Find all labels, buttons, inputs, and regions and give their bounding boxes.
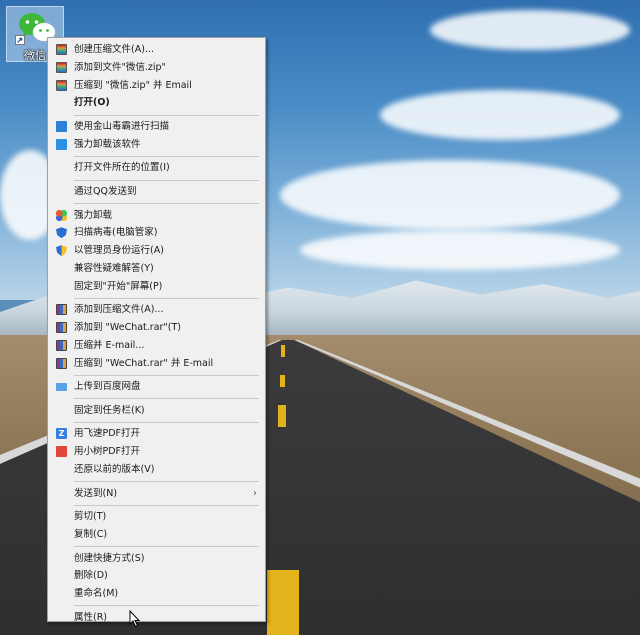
menu-item-label: 固定到"开始"屏幕(P) <box>74 280 163 292</box>
menu-item-label: 压缩到 "WeChat.rar" 并 E-mail <box>74 357 214 369</box>
menu-item-label: 用飞速PDF打开 <box>74 428 141 440</box>
menu-item-label: 创建压缩文件(A)... <box>74 44 154 55</box>
menu-item-label: 压缩并 E-mail... <box>74 339 145 351</box>
lane-dash <box>281 345 285 357</box>
menu-item[interactable]: 压缩到 "WeChat.rar" 并 E-mail <box>48 355 265 373</box>
menu-item[interactable]: 添加到 "WeChat.rar"(T) <box>48 319 265 337</box>
menu-item-label: 添加到 "WeChat.rar"(T) <box>74 322 182 334</box>
menu-separator <box>74 297 259 299</box>
menu-separator <box>74 481 259 483</box>
menu-item-label: 打开文件所在的位置(I) <box>74 162 170 174</box>
menu-item[interactable]: 通过QQ发送到 <box>48 183 265 201</box>
menu-item[interactable]: 发送到(N) › <box>48 485 265 503</box>
menu-item-label: 属性(R) <box>74 611 108 623</box>
menu-item[interactable]: 还原以前的版本(V) <box>48 461 265 479</box>
menu-item[interactable]: 强力卸载 <box>48 207 265 225</box>
kingsoft-icon <box>56 120 67 132</box>
menu-item-label: 剪切(T) <box>74 511 107 523</box>
cloud <box>300 230 620 270</box>
menu-item-label: 复制(C) <box>74 528 108 540</box>
menu-item[interactable]: 属性(R) <box>48 609 265 627</box>
menu-item[interactable]: 添加到压缩文件(A)... <box>48 301 265 319</box>
lane-dash <box>280 375 285 387</box>
menu-item-label: 添加到文件"微信.zip" <box>74 61 166 73</box>
menu-separator <box>74 504 259 506</box>
menu-item-label: 扫描病毒(电脑管家) <box>74 227 158 239</box>
cloud <box>280 160 620 230</box>
lane-dash <box>267 570 299 635</box>
menu-item[interactable]: 用小树PDF打开 <box>48 443 265 461</box>
menu-item[interactable]: 删除(D) <box>48 567 265 585</box>
clover-icon <box>56 209 67 221</box>
shield-icon <box>56 227 67 239</box>
winrar-archive-icon <box>56 304 67 316</box>
menu-item-label: 发送到(N) <box>74 487 118 499</box>
menu-item-label: 创建快捷方式(S) <box>74 552 145 564</box>
winrar-archive-icon <box>56 322 67 334</box>
menu-item[interactable]: 使用金山毒霸进行扫描 <box>48 118 265 136</box>
menu-item[interactable]: 添加到文件"微信.zip" <box>48 59 265 77</box>
winrar-icon <box>56 44 67 55</box>
menu-item[interactable]: 固定到任务栏(K) <box>48 402 265 420</box>
winrar-icon <box>56 61 67 73</box>
menu-item[interactable]: 上传到百度网盘 <box>48 378 265 396</box>
menu-item-label: 强力卸载 <box>74 209 113 221</box>
uninstall-icon <box>56 138 67 150</box>
winrar-archive-icon <box>56 339 67 351</box>
winrar-archive-icon <box>56 357 67 369</box>
menu-item-label: 强力卸载该软件 <box>74 138 141 150</box>
menu-item[interactable]: 压缩并 E-mail... <box>48 337 265 355</box>
uac-shield-icon <box>56 245 67 257</box>
menu-item-label: 压缩到 "微信.zip" 并 Email <box>74 79 192 91</box>
menu-item-label: 以管理员身份运行(A) <box>74 245 164 257</box>
menu-separator <box>74 422 259 423</box>
menu-item[interactable]: 剪切(T) <box>48 508 265 526</box>
menu-item[interactable]: 重命名(M) <box>48 585 265 603</box>
menu-separator <box>74 546 259 548</box>
mouse-cursor-icon <box>129 610 141 628</box>
menu-item[interactable]: 强力卸载该软件 <box>48 136 265 154</box>
menu-item[interactable]: Z 用飞速PDF打开 <box>48 425 265 443</box>
menu-separator <box>74 398 259 400</box>
cloud <box>380 90 620 140</box>
context-menu: 创建压缩文件(A)... 添加到文件"微信.zip" 压缩到 "微信.zip" 并 … <box>47 37 266 623</box>
menu-item[interactable]: 压缩到 "微信.zip" 并 Email <box>48 77 265 95</box>
menu-item-label: 用小树PDF打开 <box>74 446 141 458</box>
chevron-right-icon: › <box>253 487 257 499</box>
menu-item-label: 上传到百度网盘 <box>74 381 141 393</box>
menu-item-label: 重命名(M) <box>74 588 119 600</box>
menu-separator <box>74 114 259 116</box>
menu-separator <box>74 374 259 376</box>
menu-separator <box>74 155 259 157</box>
menu-item[interactable]: 打开(O) <box>48 94 265 112</box>
menu-item-label: 固定到任务栏(K) <box>74 404 145 416</box>
pdf-red-icon <box>56 446 67 458</box>
menu-item[interactable]: 打开文件所在的位置(I) <box>48 159 265 177</box>
cloud <box>430 10 630 50</box>
menu-item[interactable]: 兼容性疑难解答(Y) <box>48 260 265 278</box>
pdf-z-icon: Z <box>56 428 67 440</box>
menu-item[interactable]: 复制(C) <box>48 526 265 544</box>
menu-item-label: 添加到压缩文件(A)... <box>74 304 164 316</box>
menu-item-label: 打开(O) <box>74 97 110 109</box>
menu-item[interactable]: 创建快捷方式(S) <box>48 550 265 568</box>
menu-separator <box>74 179 259 181</box>
menu-item-label: 使用金山毒霸进行扫描 <box>74 120 170 132</box>
menu-item[interactable]: 固定到"开始"屏幕(P) <box>48 278 265 296</box>
menu-separator <box>74 203 259 205</box>
menu-item-label: 兼容性疑难解答(Y) <box>74 262 154 274</box>
menu-item-label: 通过QQ发送到 <box>74 185 137 197</box>
cloud-icon <box>56 383 67 392</box>
menu-item[interactable]: 创建压缩文件(A)... <box>48 41 265 59</box>
menu-item[interactable]: 以管理员身份运行(A) <box>48 242 265 260</box>
lane-dash <box>278 405 286 427</box>
winrar-icon <box>56 79 67 91</box>
shortcut-arrow-icon <box>15 35 25 45</box>
menu-item-label: 删除(D) <box>74 570 108 582</box>
menu-separator <box>74 605 259 607</box>
menu-item[interactable]: 扫描病毒(电脑管家) <box>48 224 265 242</box>
menu-item-label: 还原以前的版本(V) <box>74 463 155 475</box>
